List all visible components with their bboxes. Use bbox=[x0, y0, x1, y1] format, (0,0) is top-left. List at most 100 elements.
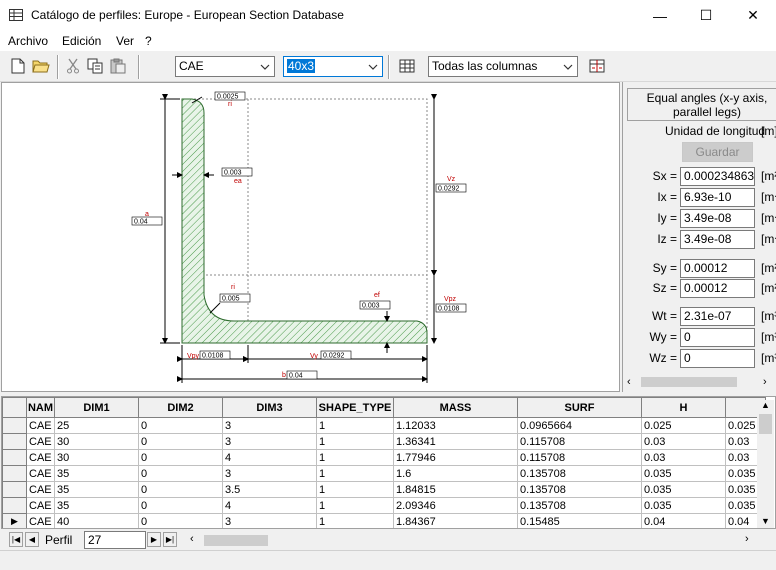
row-header[interactable] bbox=[2, 465, 27, 482]
table-cell[interactable]: 40 bbox=[54, 513, 139, 528]
table-cell[interactable]: CAE bbox=[26, 481, 55, 498]
table-cell[interactable]: CAE bbox=[26, 513, 55, 528]
maximize-button[interactable]: ☐ bbox=[683, 0, 729, 31]
table-row[interactable]: CAE 35 0 3 1 1.6 0.135708 0.035 0.035 bbox=[2, 465, 766, 482]
scroll-thumb[interactable] bbox=[641, 377, 737, 387]
table-cell[interactable]: 0.115708 bbox=[517, 449, 642, 466]
table-cell[interactable]: 0.025 bbox=[641, 417, 726, 434]
row-header[interactable] bbox=[2, 433, 27, 450]
table-cell[interactable]: 0.135708 bbox=[517, 465, 642, 482]
save-button[interactable]: Guardar bbox=[682, 142, 753, 162]
table-cell[interactable]: 1 bbox=[316, 513, 394, 528]
last-record-button[interactable]: ▶| bbox=[163, 532, 177, 547]
next-record-button[interactable]: ▶ bbox=[147, 532, 161, 547]
table-cell[interactable]: 3.5 bbox=[222, 481, 317, 498]
menu-ver[interactable]: Ver bbox=[116, 34, 134, 48]
table-cell[interactable]: 1 bbox=[316, 433, 394, 450]
table-cell[interactable]: 0 bbox=[138, 433, 223, 450]
chevron-down-icon[interactable] bbox=[561, 58, 575, 75]
table-cell[interactable]: 3 bbox=[222, 417, 317, 434]
property-value-field[interactable]: 2.31e-07 bbox=[680, 307, 755, 326]
scroll-up-icon[interactable]: ▲ bbox=[761, 400, 770, 410]
table-row[interactable]: CAE 35 0 4 1 2.09346 0.135708 0.035 0.035 bbox=[2, 497, 766, 514]
scroll-thumb[interactable] bbox=[759, 414, 772, 434]
table-cell[interactable]: 0.115708 bbox=[517, 433, 642, 450]
table-cell[interactable]: CAE bbox=[26, 417, 55, 434]
property-value-field[interactable]: 0 bbox=[680, 328, 755, 347]
table-cell[interactable]: 1 bbox=[316, 465, 394, 482]
scroll-right-icon[interactable]: › bbox=[745, 533, 749, 545]
table-cell[interactable]: 0.035 bbox=[641, 481, 726, 498]
previous-record-button[interactable]: ◀ bbox=[25, 532, 39, 547]
table-cell[interactable]: 0 bbox=[138, 513, 223, 528]
property-value-field[interactable]: 6.93e-10 bbox=[680, 188, 755, 207]
table-cell[interactable]: 0 bbox=[138, 417, 223, 434]
scroll-down-icon[interactable]: ▼ bbox=[761, 516, 770, 526]
chevron-down-icon[interactable] bbox=[258, 58, 272, 75]
table-cell[interactable]: 0.04 bbox=[641, 513, 726, 528]
column-header[interactable]: SURF bbox=[517, 397, 642, 418]
table-row[interactable]: CAE 30 0 3 1 1.36341 0.115708 0.03 0.03 bbox=[2, 433, 766, 450]
horizontal-scrollbar[interactable]: ‹ › bbox=[625, 374, 775, 390]
columns-combobox[interactable]: Todas las columnas bbox=[428, 56, 578, 77]
scroll-right-icon[interactable]: › bbox=[763, 376, 767, 388]
table-cell[interactable]: CAE bbox=[26, 497, 55, 514]
column-header[interactable]: DIM2 bbox=[138, 397, 223, 418]
table-row[interactable]: CAE 25 0 3 1 1.12033 0.0965664 0.025 0.025 bbox=[2, 417, 766, 434]
cut-button[interactable] bbox=[64, 57, 82, 75]
table-cell[interactable]: 3 bbox=[222, 513, 317, 528]
table-cell[interactable]: 0.135708 bbox=[517, 481, 642, 498]
paste-button[interactable] bbox=[109, 57, 127, 75]
row-header[interactable] bbox=[2, 497, 27, 514]
table-cell[interactable]: 1 bbox=[316, 449, 394, 466]
table-cell[interactable]: CAE bbox=[26, 449, 55, 466]
scroll-left-icon[interactable]: ‹ bbox=[190, 533, 194, 545]
row-header[interactable] bbox=[2, 417, 27, 434]
table-cell[interactable]: 1.77946 bbox=[393, 449, 518, 466]
row-header[interactable] bbox=[2, 449, 27, 466]
table-cell[interactable]: 1.84367 bbox=[393, 513, 518, 528]
table-view-button[interactable] bbox=[398, 57, 416, 75]
property-value-field[interactable]: 0.000234863 bbox=[680, 167, 755, 186]
table-cell[interactable]: 0.135708 bbox=[517, 497, 642, 514]
column-header[interactable]: DIM1 bbox=[54, 397, 139, 418]
table-cell[interactable]: 4 bbox=[222, 497, 317, 514]
table-cell[interactable]: 0.0965664 bbox=[517, 417, 642, 434]
table-cell[interactable]: 0.035 bbox=[641, 465, 726, 482]
table-cell[interactable]: 30 bbox=[54, 449, 139, 466]
table-cell[interactable]: CAE bbox=[26, 433, 55, 450]
family-combobox[interactable]: CAE bbox=[175, 56, 275, 77]
property-value-field[interactable]: 0 bbox=[680, 349, 755, 368]
table-cell[interactable]: 3 bbox=[222, 465, 317, 482]
table-row[interactable]: ▶ CAE 40 0 3 1 1.84367 0.15485 0.04 0.04 bbox=[2, 513, 766, 528]
close-button[interactable]: ✕ bbox=[730, 0, 776, 31]
table-cell[interactable]: 1 bbox=[316, 497, 394, 514]
column-header[interactable]: H bbox=[641, 397, 726, 418]
table-cell[interactable]: 1 bbox=[316, 417, 394, 434]
menu-archivo[interactable]: Archivo bbox=[8, 34, 48, 48]
minimize-button[interactable]: — bbox=[637, 0, 683, 31]
row-header[interactable]: ▶ bbox=[2, 513, 27, 528]
table-cell[interactable]: 4 bbox=[222, 449, 317, 466]
table-cell[interactable]: 30 bbox=[54, 433, 139, 450]
vertical-scrollbar[interactable]: ▲ ▼ bbox=[757, 400, 774, 528]
grid-scroll-thumb[interactable] bbox=[204, 535, 268, 546]
menu-help[interactable]: ? bbox=[145, 34, 152, 48]
chevron-down-icon[interactable] bbox=[366, 58, 380, 75]
column-header[interactable]: DIM3 bbox=[222, 397, 317, 418]
table-cell[interactable]: 0.03 bbox=[641, 433, 726, 450]
table-cell[interactable]: 2.09346 bbox=[393, 497, 518, 514]
table-cell[interactable]: 0 bbox=[138, 465, 223, 482]
first-record-button[interactable]: |◀ bbox=[9, 532, 23, 547]
table-cell[interactable]: 0.03 bbox=[641, 449, 726, 466]
table-cell[interactable]: 35 bbox=[54, 481, 139, 498]
property-value-field[interactable]: 0.00012 bbox=[680, 279, 755, 298]
table-cell[interactable]: 1.6 bbox=[393, 465, 518, 482]
new-file-button[interactable] bbox=[9, 57, 27, 75]
property-value-field[interactable]: 0.00012 bbox=[680, 259, 755, 278]
table-cell[interactable]: 1 bbox=[316, 481, 394, 498]
table-cell[interactable]: 1.84815 bbox=[393, 481, 518, 498]
copy-button[interactable] bbox=[86, 57, 104, 75]
row-header[interactable] bbox=[2, 481, 27, 498]
table-cell[interactable]: 0 bbox=[138, 449, 223, 466]
